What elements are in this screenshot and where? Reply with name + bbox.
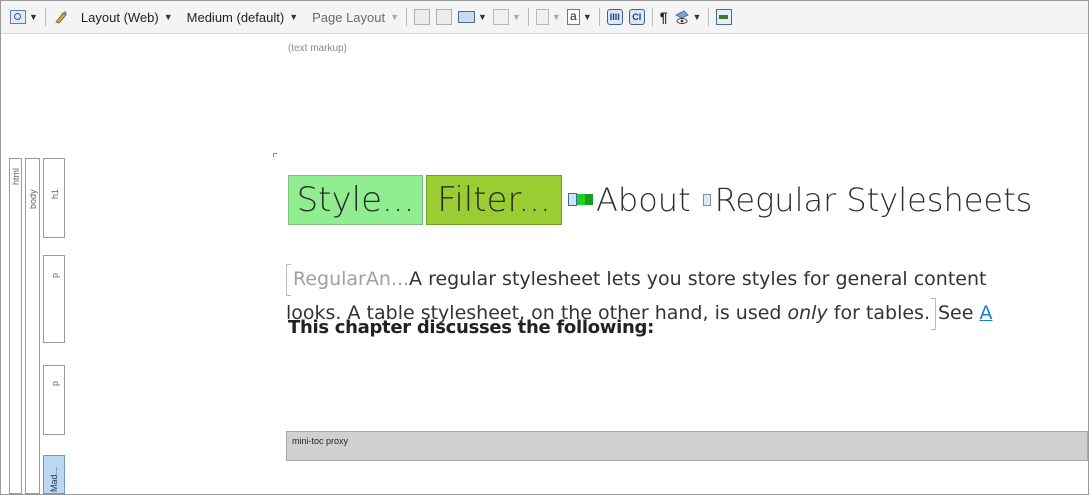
structure-bar-label: p [50,272,60,278]
style-variable-chip[interactable]: Style... [288,175,423,225]
subheading[interactable]: This chapter discusses the following: [288,317,654,338]
structure-bar-body[interactable]: body [25,158,40,494]
text-a-icon: a [566,9,580,25]
heading-1[interactable]: Style... Filter... About Regular Stylesh… [288,174,1032,226]
structure-bar-label: html [11,167,21,185]
chevron-down-icon: ▼ [511,12,521,22]
image-icon [458,11,476,23]
paragraph-line-1: RegularAn...A regular stylesheet lets yo… [286,262,992,296]
mini-toc-proxy[interactable]: mini-toc proxy [286,431,1088,461]
text-markup-hint: (text markup) [288,43,347,54]
break-icon [492,9,509,25]
content-corner-marker [273,153,277,157]
local-toolbar: ▼ Layout (Web) ▼ Medium (default) ▼ Page… [1,1,1088,34]
paragraph-text-line-2b: for tables. [827,302,930,324]
chevron-down-icon: ▼ [390,12,400,22]
zoom-preview-icon [10,10,26,24]
snippet-bracket-close [930,297,936,330]
medium-dropdown[interactable]: Medium (default) ▼ [182,5,301,29]
footnote-icon [535,9,549,25]
text-format-button[interactable]: a ▼ [564,5,595,29]
snippet-tag-icon[interactable] [702,194,711,206]
pilcrow-icon: ¶ [659,9,668,25]
structure-bar-label: Mad... [49,466,59,492]
structure-bars-area: html body h1 p p Mad... [1,153,273,494]
chevron-down-icon: ▼ [29,12,38,22]
page-tools-button-1[interactable] [411,5,433,29]
show-hidden-button[interactable]: ▼ [671,5,705,29]
structure-bar-p[interactable]: p [43,365,65,435]
page-tools-button-2[interactable] [433,5,455,29]
chevron-down-icon: ▼ [478,12,487,22]
page-copy-icon [436,9,453,25]
separator [708,8,710,26]
structure-bar-p[interactable]: p [43,255,65,343]
chevron-down-icon: ▼ [582,12,592,22]
page-layout-dropdown-label: Page Layout [312,9,386,25]
insert-break-button[interactable]: ▼ [490,5,524,29]
import-icon [716,9,733,25]
filter-variable-chip[interactable]: Filter... [426,175,562,225]
medium-dropdown-label: Medium (default) [186,9,285,25]
index-marker-icon: IIII [606,9,623,25]
paragraph-emphasis: only [787,302,828,324]
chevron-down-icon: ▼ [163,12,173,22]
heading-title: Regular Stylesheets [714,181,1033,219]
brush-icon [53,9,69,25]
concept-marker-icon: CI [628,9,645,25]
separator [527,8,529,26]
show-paragraph-marks-button[interactable]: ¶ [657,5,671,29]
snippet-tag-label[interactable]: RegularAn... [293,268,409,290]
import-button[interactable] [713,5,735,29]
chevron-down-icon: ▼ [551,12,561,22]
structure-bar-label: h1 [50,188,60,199]
editor-window: ▼ Layout (Web) ▼ Medium (default) ▼ Page… [0,0,1089,495]
snippet-bracket-open [286,263,291,296]
concept-marker-button[interactable]: CI [626,5,648,29]
separator [406,8,408,26]
eye-icon [674,9,690,25]
page-icon [414,9,431,25]
separator [598,8,600,26]
structure-bar-label: body [28,189,38,209]
separator [651,8,653,26]
structure-bar-label: p [50,380,60,386]
structure-bar-html[interactable]: html [9,158,22,494]
structure-bar-h1[interactable]: h1 [43,158,65,238]
separator [44,8,46,26]
page-layout-dropdown[interactable]: Page Layout ▼ [307,5,402,29]
layout-dropdown-label: Layout (Web) [80,9,159,25]
view-style-button[interactable] [50,5,72,29]
condition-tag-icon[interactable] [568,193,594,207]
cross-reference-link[interactable]: A [979,302,992,324]
heading-text-about: About [596,181,691,219]
mini-toc-proxy-label: mini-toc proxy [292,436,349,446]
show-hide-button[interactable]: ▼ [7,5,41,29]
paragraph-text-line-1: A regular stylesheet lets you store styl… [409,268,987,290]
chevron-down-icon: ▼ [692,12,702,22]
paragraph-see-text: See [937,302,980,324]
layout-dropdown[interactable]: Layout (Web) ▼ [76,5,176,29]
footnote-button[interactable]: ▼ [533,5,564,29]
insert-image-button[interactable]: ▼ [455,5,490,29]
chevron-down-icon: ▼ [289,12,299,22]
structure-bar-madcap[interactable]: Mad... [43,455,65,494]
index-marker-button[interactable]: IIII [604,5,626,29]
